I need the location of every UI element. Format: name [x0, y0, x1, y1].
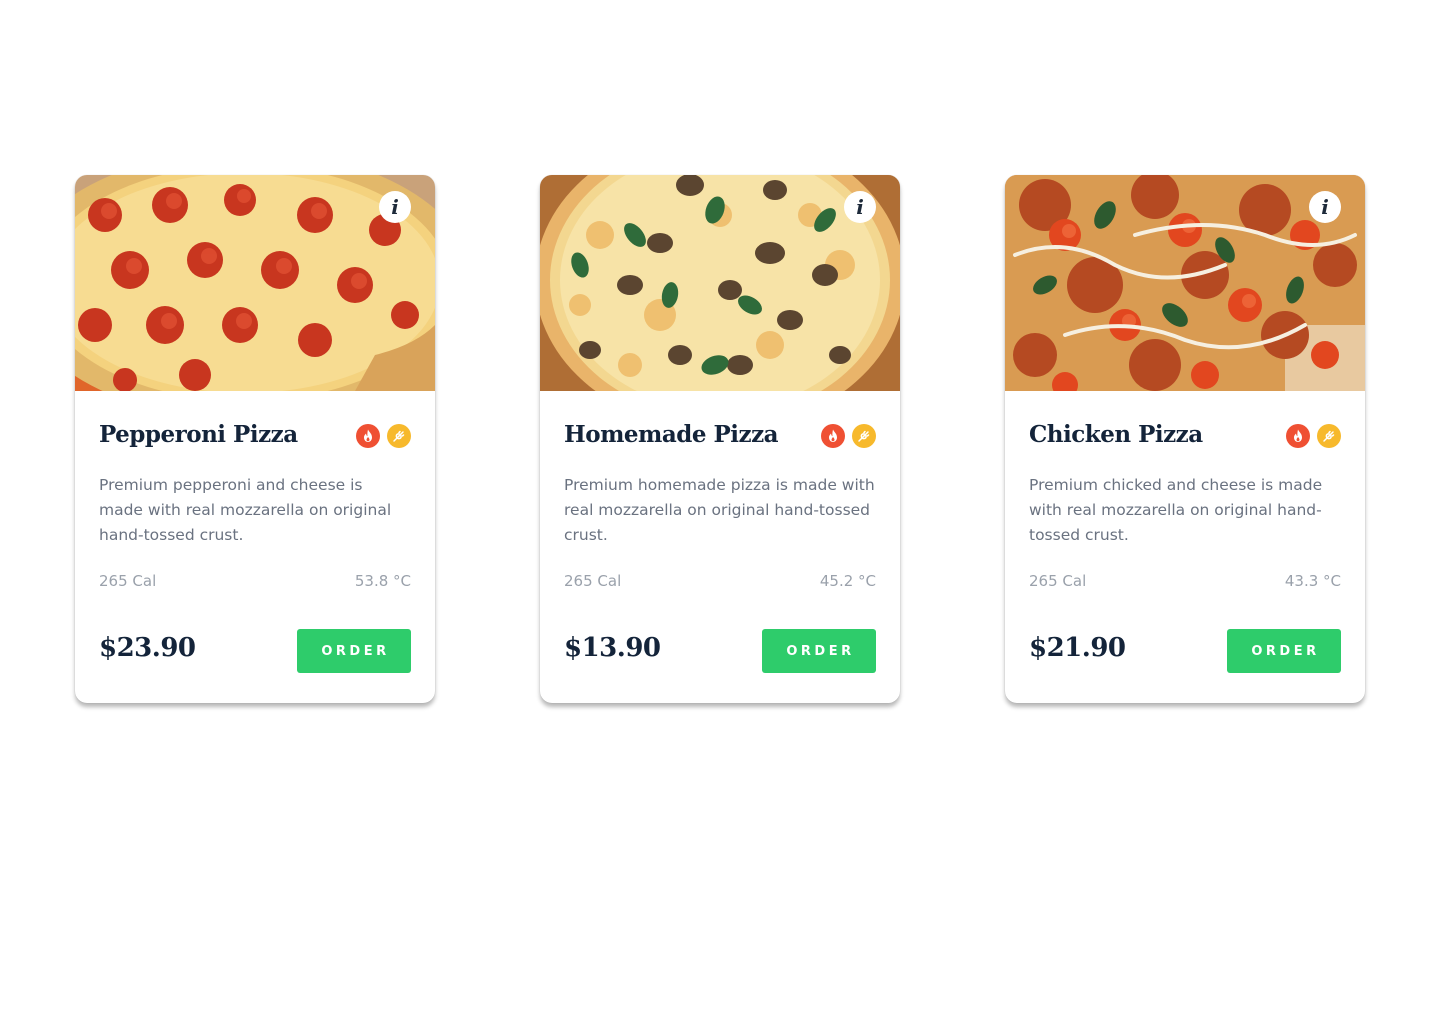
product-title: Homemade Pizza — [564, 421, 779, 448]
product-card-body: Chicken Pizza Premium chicked and cheese… — [1029, 391, 1341, 703]
product-card-body: Homemade Pizza Premium homemade pizza is… — [564, 391, 876, 703]
product-card-body: Pepperoni Pizza Premium pepperoni and ch… — [99, 391, 411, 703]
price-row: $13.90 ORDER — [564, 629, 876, 673]
product-price: $23.90 — [99, 633, 196, 663]
calories-value: 265 Cal — [99, 572, 157, 590]
wheat-icon — [387, 424, 411, 448]
order-button[interactable]: ORDER — [297, 629, 411, 673]
product-badges — [349, 424, 411, 448]
title-row: Chicken Pizza — [1029, 419, 1341, 453]
product-card: i Homemade Pizza Premium homemade pizza … — [540, 175, 900, 703]
info-button[interactable]: i — [379, 191, 411, 223]
product-photo: i — [75, 175, 435, 391]
temperature-value: 43.3 °C — [1284, 572, 1341, 590]
product-badges — [814, 424, 876, 448]
product-description: Premium homemade pizza is made with real… — [564, 476, 875, 544]
product-description: Premium pepperoni and cheese is made wit… — [99, 476, 392, 544]
order-button[interactable]: ORDER — [1227, 629, 1341, 673]
calories-value: 265 Cal — [1029, 572, 1087, 590]
product-title: Pepperoni Pizza — [99, 421, 298, 448]
product-badges — [1279, 424, 1341, 448]
flame-icon — [1286, 424, 1310, 448]
info-button[interactable]: i — [844, 191, 876, 223]
title-row: Homemade Pizza — [564, 419, 876, 453]
temperature-value: 45.2 °C — [819, 572, 876, 590]
product-description: Premium chicked and cheese is made with … — [1029, 476, 1323, 544]
wheat-icon — [1317, 424, 1341, 448]
flame-icon — [821, 424, 845, 448]
product-price: $21.90 — [1029, 633, 1126, 663]
price-row: $23.90 ORDER — [99, 629, 411, 673]
product-card-list: i Pepperoni Pizza Premium pepperoni and … — [0, 175, 1440, 715]
product-title: Chicken Pizza — [1029, 421, 1203, 448]
nutrition-row: 265 Cal 45.2 °C — [564, 572, 876, 594]
product-photo: i — [540, 175, 900, 391]
product-card: i Chicken Pizza Premium chicked and chee… — [1005, 175, 1365, 703]
product-card: i Pepperoni Pizza Premium pepperoni and … — [75, 175, 435, 703]
price-row: $21.90 ORDER — [1029, 629, 1341, 673]
title-row: Pepperoni Pizza — [99, 419, 411, 453]
temperature-value: 53.8 °C — [354, 572, 411, 590]
product-photo: i — [1005, 175, 1365, 391]
nutrition-row: 265 Cal 53.8 °C — [99, 572, 411, 594]
info-button[interactable]: i — [1309, 191, 1341, 223]
product-price: $13.90 — [564, 633, 661, 663]
order-button[interactable]: ORDER — [762, 629, 876, 673]
nutrition-row: 265 Cal 43.3 °C — [1029, 572, 1341, 594]
wheat-icon — [852, 424, 876, 448]
flame-icon — [356, 424, 380, 448]
calories-value: 265 Cal — [564, 572, 622, 590]
